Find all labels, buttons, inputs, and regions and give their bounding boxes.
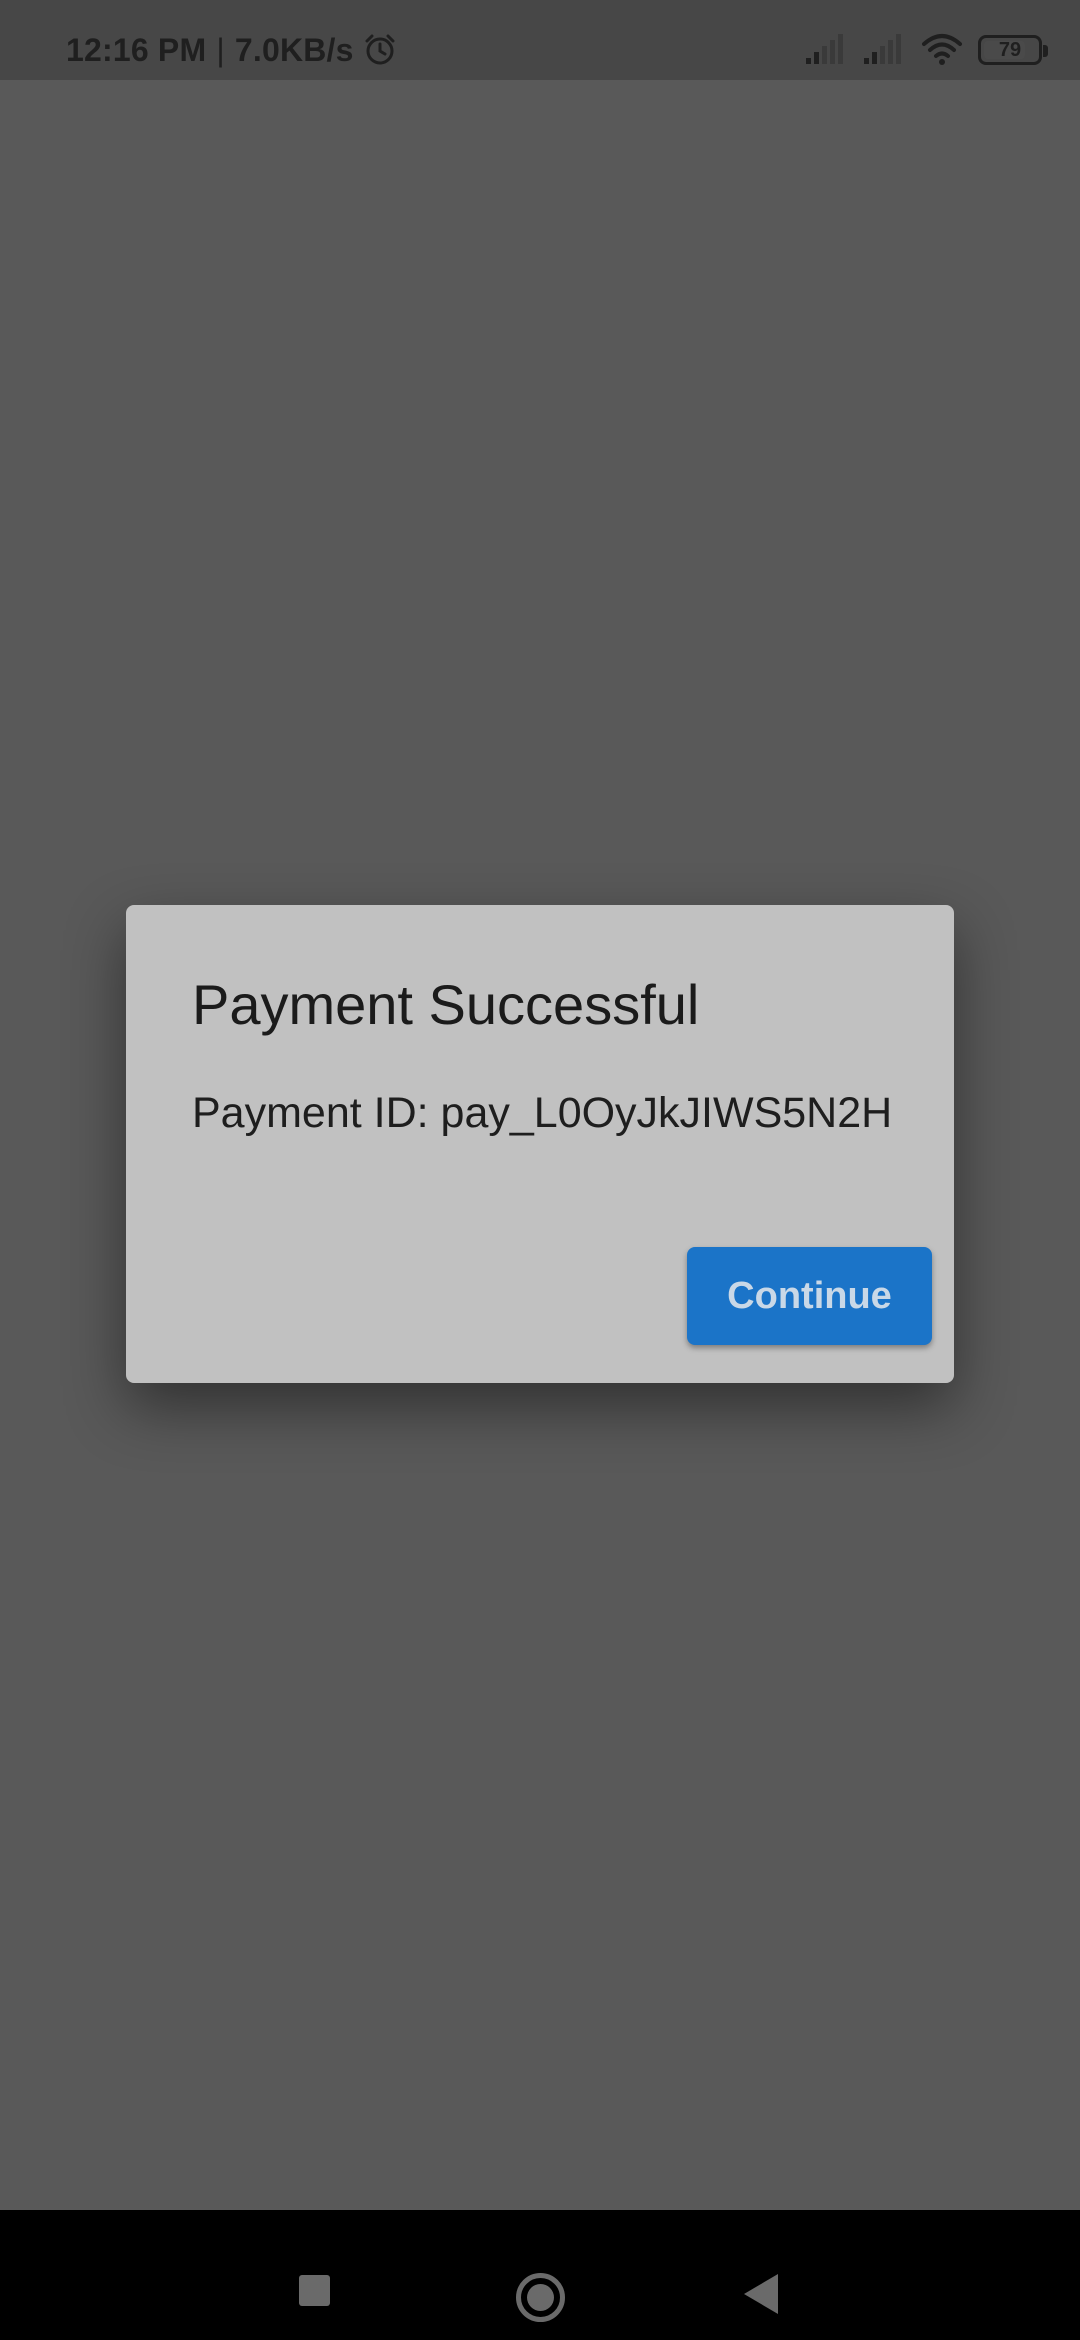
status-bar: 12:16 PM | 7.0KB/s 79 xyxy=(0,0,1080,80)
continue-button[interactable]: Continue xyxy=(687,1247,932,1345)
signal-icon xyxy=(864,34,901,64)
dialog-title: Payment Successful xyxy=(192,973,700,1036)
signal-icon xyxy=(806,34,843,64)
navigation-bar xyxy=(0,2210,1080,2340)
payment-dialog: Payment Successful Payment ID: pay_L0OyJ… xyxy=(126,905,954,1383)
back-icon[interactable] xyxy=(744,2274,778,2314)
payment-id-text: Payment ID: pay_L0OyJkJIWS5N2H xyxy=(192,1089,893,1137)
status-left: 12:16 PM | 7.0KB/s xyxy=(66,0,398,100)
recents-icon[interactable] xyxy=(299,2275,330,2306)
wifi-icon xyxy=(922,34,962,65)
network-speed: 7.0KB/s xyxy=(234,31,354,68)
battery-icon: 79 xyxy=(978,35,1048,65)
status-time: 12:16 PM xyxy=(66,31,207,68)
home-icon[interactable] xyxy=(516,2273,565,2322)
alarm-icon xyxy=(365,34,395,65)
battery-level: 79 xyxy=(998,38,1022,61)
status-separator: | xyxy=(216,31,225,68)
status-right: 79 xyxy=(804,0,1048,100)
